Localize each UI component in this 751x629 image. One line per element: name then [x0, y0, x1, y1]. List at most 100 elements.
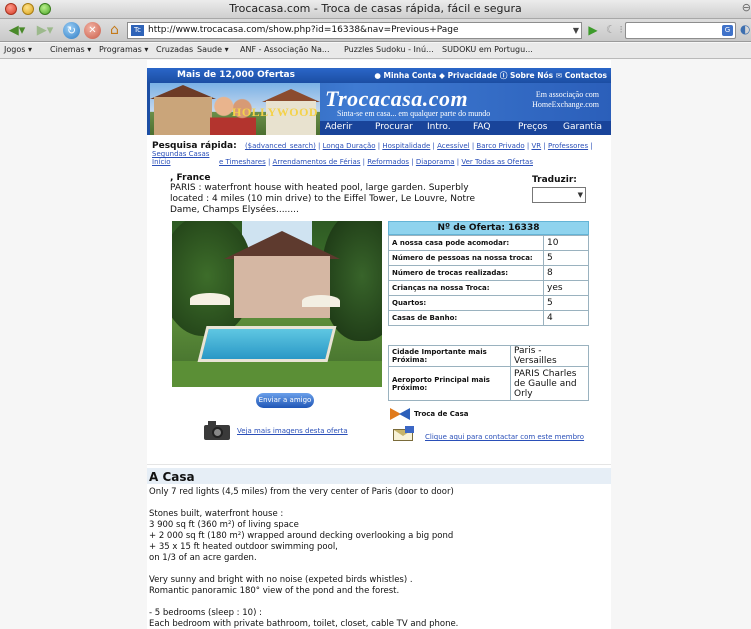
paragraph: Stones built, waterfront house : 3 900 s…	[149, 509, 589, 564]
table-row: Número de trocas realizadas: 8	[388, 265, 589, 281]
address-dropdown-icon[interactable]: ▼	[573, 23, 579, 38]
site-banner: Mais de 12,000 Ofertas ● Minha Conta ◆ P…	[147, 68, 611, 135]
hollywood-sign: HOLLYWOOD	[232, 105, 319, 119]
section-heading: A Casa	[149, 470, 195, 484]
text-line: Each bedroom with private bathroom, toil…	[149, 619, 459, 629]
offers-count: Mais de 12,000 Ofertas	[177, 70, 295, 80]
back-button[interactable]: ◀▾	[4, 22, 30, 39]
bookmark-jogos[interactable]: Jogos ▾	[4, 45, 32, 54]
offer-number: Nº de Oferta: 16338	[388, 221, 589, 235]
row-value: 10	[543, 235, 589, 251]
privacy-link[interactable]: Privacidade	[448, 71, 498, 80]
send-to-friend-button[interactable]: Enviar a amigo	[256, 393, 314, 408]
nav-precos[interactable]: Preços	[518, 122, 547, 132]
text-line: + 35 x 15 ft heated outdoor swimming poo…	[149, 542, 338, 552]
navigation-toolbar: ◀▾ ▶▾ ↻ ✕ ⌂ Tc http://www.trocacasa.com/…	[0, 19, 751, 42]
link-acessivel[interactable]: Acessível	[437, 142, 469, 150]
nav-aderir[interactable]: Aderir	[325, 122, 352, 132]
link-vr[interactable]: VR	[532, 142, 542, 150]
photo-villa-roof	[224, 231, 340, 259]
bookmark-anf[interactable]: ANF - Associação Na...	[240, 45, 330, 54]
camera-icon[interactable]	[204, 420, 230, 440]
nav-procurar[interactable]: Procurar	[375, 122, 413, 132]
address-url: http://www.trocacasa.com/show.php?id=163…	[148, 25, 459, 35]
link-reformados[interactable]: Reformados	[367, 158, 409, 166]
stop-button[interactable]: ✕	[84, 22, 101, 39]
close-window-button[interactable]	[5, 3, 17, 15]
about-link[interactable]: Sobre Nós	[510, 71, 553, 80]
row-value: yes	[543, 280, 589, 296]
translate-label: Traduzir:	[532, 175, 577, 185]
camera-lens	[212, 427, 223, 438]
link-professores[interactable]: Professores	[548, 142, 588, 150]
search-input[interactable]: G	[625, 22, 736, 39]
info-icon: ⓘ	[499, 71, 508, 80]
go-button[interactable]: ▶	[586, 22, 600, 39]
airport-label: Aeroporto Principal mais Próximo:	[388, 366, 511, 401]
bookmarks-bar: Jogos ▾ Cinemas ▾ Programas ▾ Cruzadas S…	[0, 43, 751, 59]
link-barco-privado[interactable]: Barco Privado	[476, 142, 524, 150]
text-line: on 1/3 of an acre garden.	[149, 553, 257, 563]
home-button[interactable]: ⌂	[106, 22, 123, 39]
link-inicio[interactable]: Início	[152, 158, 171, 166]
bookmark-puzzles-sudoku[interactable]: Puzzles Sudoku - Inú...	[344, 45, 434, 54]
account-link[interactable]: Minha Conta	[384, 71, 437, 80]
quick-search: Pesquisa rápida: ($advanced_search) | Lo…	[152, 141, 593, 167]
row-value: 5	[543, 250, 589, 266]
window-resize-icon: ⊖	[741, 1, 751, 14]
link-advanced-search[interactable]: ($advanced_search)	[245, 142, 316, 150]
minimize-window-button[interactable]	[22, 3, 34, 15]
nav-faq[interactable]: FAQ	[473, 122, 490, 132]
bookmark-cinemas[interactable]: Cinemas ▾	[50, 45, 91, 54]
banner-houses-image: HOLLYWOOD	[150, 83, 320, 135]
link-diaporama[interactable]: Diaporama	[416, 158, 455, 166]
nav-intro[interactable]: Intro.	[427, 122, 451, 132]
link-ver-todas[interactable]: Ver Todas as Ofertas	[461, 158, 533, 166]
paragraph: Very sunny and bright with no noise (exp…	[149, 575, 589, 597]
troca-de-casa-icon	[390, 408, 412, 420]
table-row: Número de pessoas na nossa troca: 5	[388, 250, 589, 266]
forward-button[interactable]: ▶▾	[32, 22, 58, 39]
window-title: Trocacasa.com - Troca de casas rápida, f…	[229, 2, 522, 15]
photo-pool	[197, 326, 337, 362]
row-label: Número de pessoas na nossa troca:	[388, 250, 544, 266]
banner-top-links: ● Minha Conta ◆ Privacidade ⓘ Sobre Nós …	[374, 70, 607, 81]
troca-de-casa-label: Troca de Casa	[414, 410, 469, 418]
nav-garantia[interactable]: Garantia	[563, 122, 602, 132]
translate-select[interactable]: ▼	[532, 187, 586, 203]
paragraph: Only 7 red lights (4,5 miles) from the v…	[149, 487, 454, 497]
bookmark-saude[interactable]: Saude ▾	[197, 45, 229, 54]
link-longa-duracao[interactable]: Longa Duração	[323, 142, 376, 150]
row-value: 8	[543, 265, 589, 281]
row-label: Casas de Banho:	[388, 310, 544, 326]
address-bar[interactable]: Tc http://www.trocacasa.com/show.php?id=…	[127, 22, 582, 39]
text-line: Stones built, waterfront house :	[149, 509, 284, 519]
row-label: Crianças na nossa Troca:	[388, 280, 544, 296]
row-value: 4	[543, 310, 589, 326]
row-label: Número de trocas realizadas:	[388, 265, 544, 281]
contacts-link[interactable]: Contactos	[565, 71, 607, 80]
arrow-left-shape	[399, 408, 410, 420]
page-viewport: Mais de 12,000 Ofertas ● Minha Conta ◆ P…	[0, 60, 751, 629]
more-images-link[interactable]: Veja mais imagens desta oferta	[237, 427, 348, 435]
text-line: Very sunny and bright with no noise (exp…	[149, 575, 413, 585]
zoom-window-button[interactable]	[39, 3, 51, 15]
link-segundas-casas[interactable]: Segundas Casas	[152, 150, 209, 158]
text-line: + 2 000 sq ft (180 m²) wrapped around de…	[149, 531, 454, 541]
reload-button[interactable]: ↻	[63, 22, 80, 39]
house-photo	[172, 221, 382, 387]
envelope-icon[interactable]	[393, 426, 415, 442]
bookmark-sudoku-portugues[interactable]: SUDOKU em Portugu...	[442, 45, 533, 54]
search-go-icon[interactable]: ◐	[740, 22, 750, 36]
privacy-icon: ◆	[439, 71, 445, 80]
contact-member-link[interactable]: Clique aqui para contactar com este memb…	[425, 433, 584, 441]
bookmark-programas[interactable]: Programas ▾	[99, 45, 148, 54]
account-icon: ●	[374, 71, 381, 80]
link-timeshares[interactable]: e Timeshares	[219, 158, 266, 166]
photo-umbrella	[302, 295, 340, 307]
link-arrendamentos[interactable]: Arrendamentos de Férias	[273, 158, 361, 166]
toolbar-misc-icon[interactable]: ☾ ⁝	[606, 23, 623, 36]
bookmark-cruzadas[interactable]: Cruzadas	[156, 45, 193, 54]
link-hospitalidade[interactable]: Hospitalidade	[382, 142, 430, 150]
search-engine-icon[interactable]: G	[722, 25, 733, 36]
